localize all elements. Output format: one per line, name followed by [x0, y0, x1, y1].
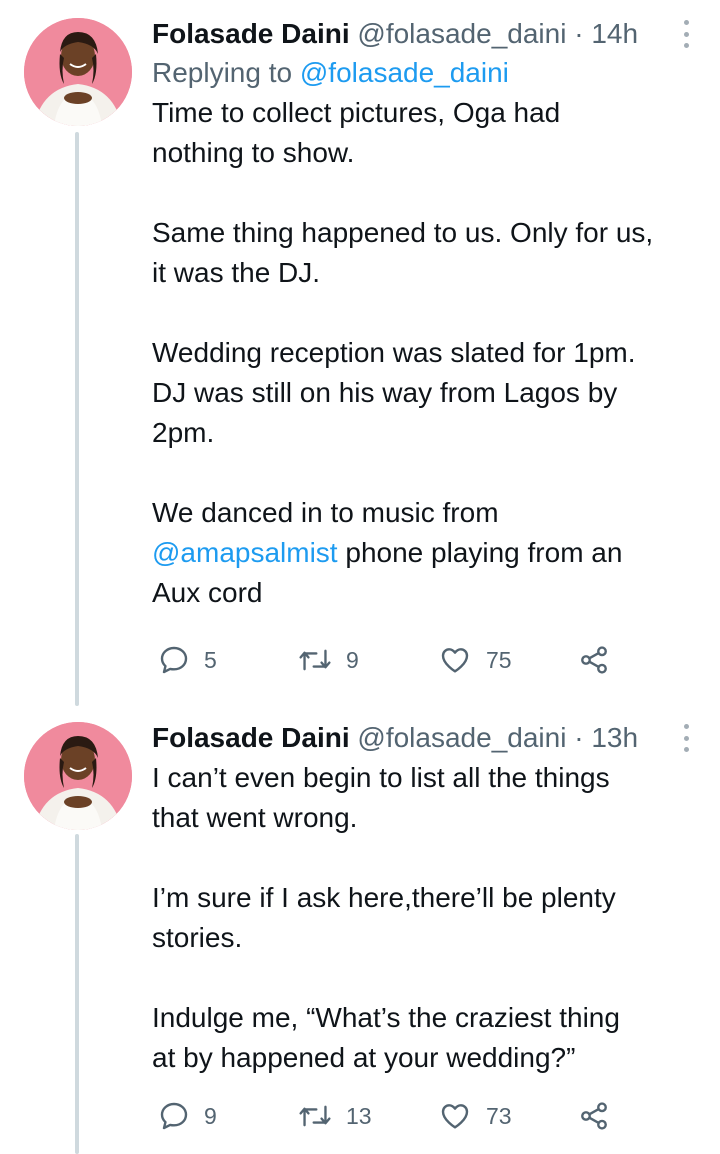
tweet-header: Folasade Daini @folasade_daini · 14h [152, 16, 698, 52]
text-line: nothing to show. [152, 137, 355, 168]
author-name[interactable]: Folasade Daini [152, 18, 350, 49]
mention-link[interactable]: @amapsalmist [152, 537, 338, 568]
tweet-actions: 5 9 75 [152, 640, 622, 680]
text-line: @amapsalmist phone playing from an [152, 533, 698, 573]
retweet-count: 13 [346, 1102, 372, 1129]
text-line: I can’t even begin to list all the thing… [152, 762, 610, 793]
text-line: Time to collect pictures, Oga had [152, 97, 561, 128]
share-button[interactable] [578, 1096, 624, 1136]
tweet-text: I can’t even begin to list all the thing… [152, 758, 698, 1078]
text-line: DJ was still on his way from Lagos by [152, 377, 618, 408]
share-icon [581, 1102, 607, 1130]
text-line: Aux cord [152, 577, 263, 608]
text-line: Indulge me, “What’s the craziest thing [152, 1002, 620, 1033]
reply-icon [160, 646, 188, 674]
avatar[interactable] [24, 722, 132, 830]
retweet-button[interactable]: 13 [298, 1096, 372, 1136]
reply-button[interactable]: 5 [158, 640, 217, 680]
like-button[interactable]: 75 [438, 640, 512, 680]
separator-dot: · [574, 722, 584, 753]
reply-count: 9 [204, 1102, 217, 1129]
tweet[interactable]: Folasade Daini @folasade_daini · 14h Rep… [0, 0, 720, 706]
reply-icon [160, 1102, 188, 1130]
text-line: stories. [152, 922, 243, 953]
share-icon [581, 646, 607, 674]
avatar[interactable] [24, 18, 132, 126]
text-line: Wedding reception was slated for 1pm. [152, 337, 636, 368]
author-handle[interactable]: @folasade_daini [357, 18, 566, 49]
retweet-button[interactable]: 9 [298, 640, 359, 680]
text-line: it was the DJ. [152, 257, 321, 288]
text-line: Same thing happened to us. Only for us, [152, 217, 654, 248]
author-handle[interactable]: @folasade_daini [357, 722, 566, 753]
tweet-text: Time to collect pictures, Oga had nothin… [152, 93, 698, 613]
text-line: We danced in to music from [152, 497, 499, 528]
share-button[interactable] [578, 640, 624, 680]
like-icon [441, 1104, 469, 1129]
text-fragment: phone playing from an [337, 537, 623, 568]
tweet-timestamp[interactable]: 14h [591, 18, 638, 49]
retweet-icon [299, 649, 331, 671]
replying-handle-link[interactable]: @folasade_daini [300, 57, 509, 88]
like-count: 75 [486, 646, 512, 673]
like-icon [441, 648, 469, 673]
separator-dot: · [574, 18, 584, 49]
like-button[interactable]: 73 [438, 1096, 512, 1136]
like-count: 73 [486, 1102, 512, 1129]
reply-count: 5 [204, 646, 217, 673]
tweet-timestamp[interactable]: 13h [591, 722, 638, 753]
author-name[interactable]: Folasade Daini [152, 722, 350, 753]
more-icon[interactable] [680, 724, 692, 752]
tweet-header: Folasade Daini @folasade_daini · 13h [152, 720, 698, 756]
retweet-icon [299, 1105, 331, 1127]
text-line: at by happened at your wedding?” [152, 1042, 576, 1073]
text-line: 2pm. [152, 417, 215, 448]
text-line: that went wrong. [152, 802, 358, 833]
reply-button[interactable]: 9 [158, 1096, 217, 1136]
retweet-count: 9 [346, 646, 359, 673]
more-icon[interactable] [680, 20, 692, 48]
tweet[interactable]: Folasade Daini @folasade_daini · 13h I c… [0, 706, 720, 1154]
text-line: I’m sure if I ask here,there’ll be plent… [152, 882, 616, 913]
replying-prefix: Replying to [152, 57, 300, 88]
replying-to: Replying to @folasade_daini [152, 53, 698, 93]
tweet-actions: 9 13 73 [152, 1096, 622, 1136]
